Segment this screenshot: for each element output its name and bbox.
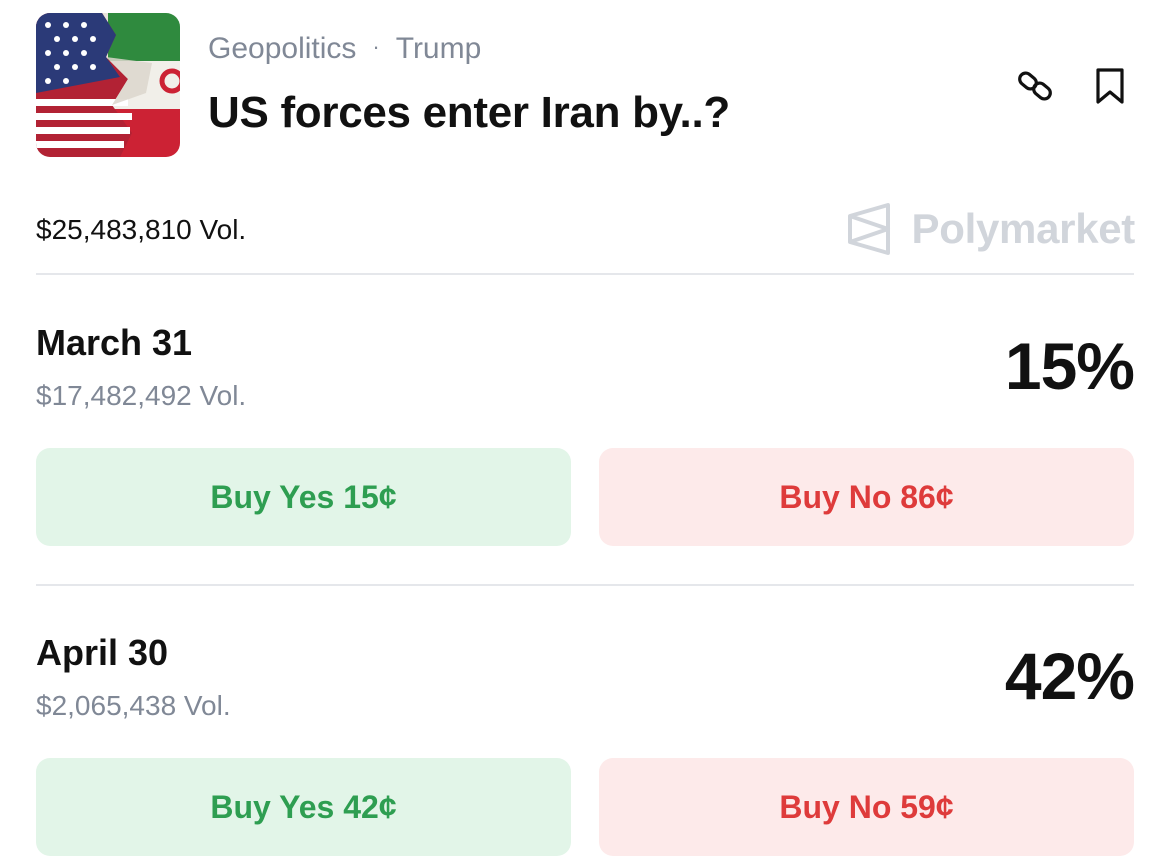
market-thumbnail bbox=[36, 13, 180, 157]
market-date: March 31 bbox=[36, 322, 193, 363]
breadcrumb-category[interactable]: Geopolitics bbox=[208, 32, 356, 66]
market-volume: $2,065,438 Vol. bbox=[36, 690, 231, 721]
link-icon[interactable] bbox=[1015, 66, 1055, 106]
us-iran-flag-image bbox=[36, 13, 180, 157]
market-date: April 30 bbox=[36, 632, 169, 673]
breadcrumb-tag[interactable]: Trump bbox=[396, 32, 482, 66]
buy-yes-button[interactable]: Buy Yes 42¢ bbox=[36, 758, 571, 856]
bookmark-icon[interactable] bbox=[1090, 66, 1130, 106]
breadcrumb: Geopolitics · Trump bbox=[208, 32, 481, 66]
buy-no-button[interactable]: Buy No 59¢ bbox=[599, 758, 1134, 856]
market-volume: $17,482,492 Vol. bbox=[36, 380, 247, 411]
buy-no-button[interactable]: Buy No 86¢ bbox=[599, 448, 1134, 546]
market-probability: 42% bbox=[1004, 639, 1135, 713]
page-title: US forces enter Iran by..? bbox=[208, 88, 730, 137]
buy-yes-button[interactable]: Buy Yes 15¢ bbox=[36, 448, 571, 546]
total-volume: $25,483,810 Vol. bbox=[36, 214, 247, 245]
divider bbox=[36, 584, 1134, 586]
divider bbox=[36, 273, 1134, 275]
brand: Polymarket bbox=[846, 202, 1135, 256]
brand-name: Polymarket bbox=[911, 205, 1136, 252]
market-probability: 15% bbox=[1004, 329, 1135, 403]
polymarket-logo bbox=[847, 203, 890, 255]
breadcrumb-separator: · bbox=[372, 34, 380, 59]
